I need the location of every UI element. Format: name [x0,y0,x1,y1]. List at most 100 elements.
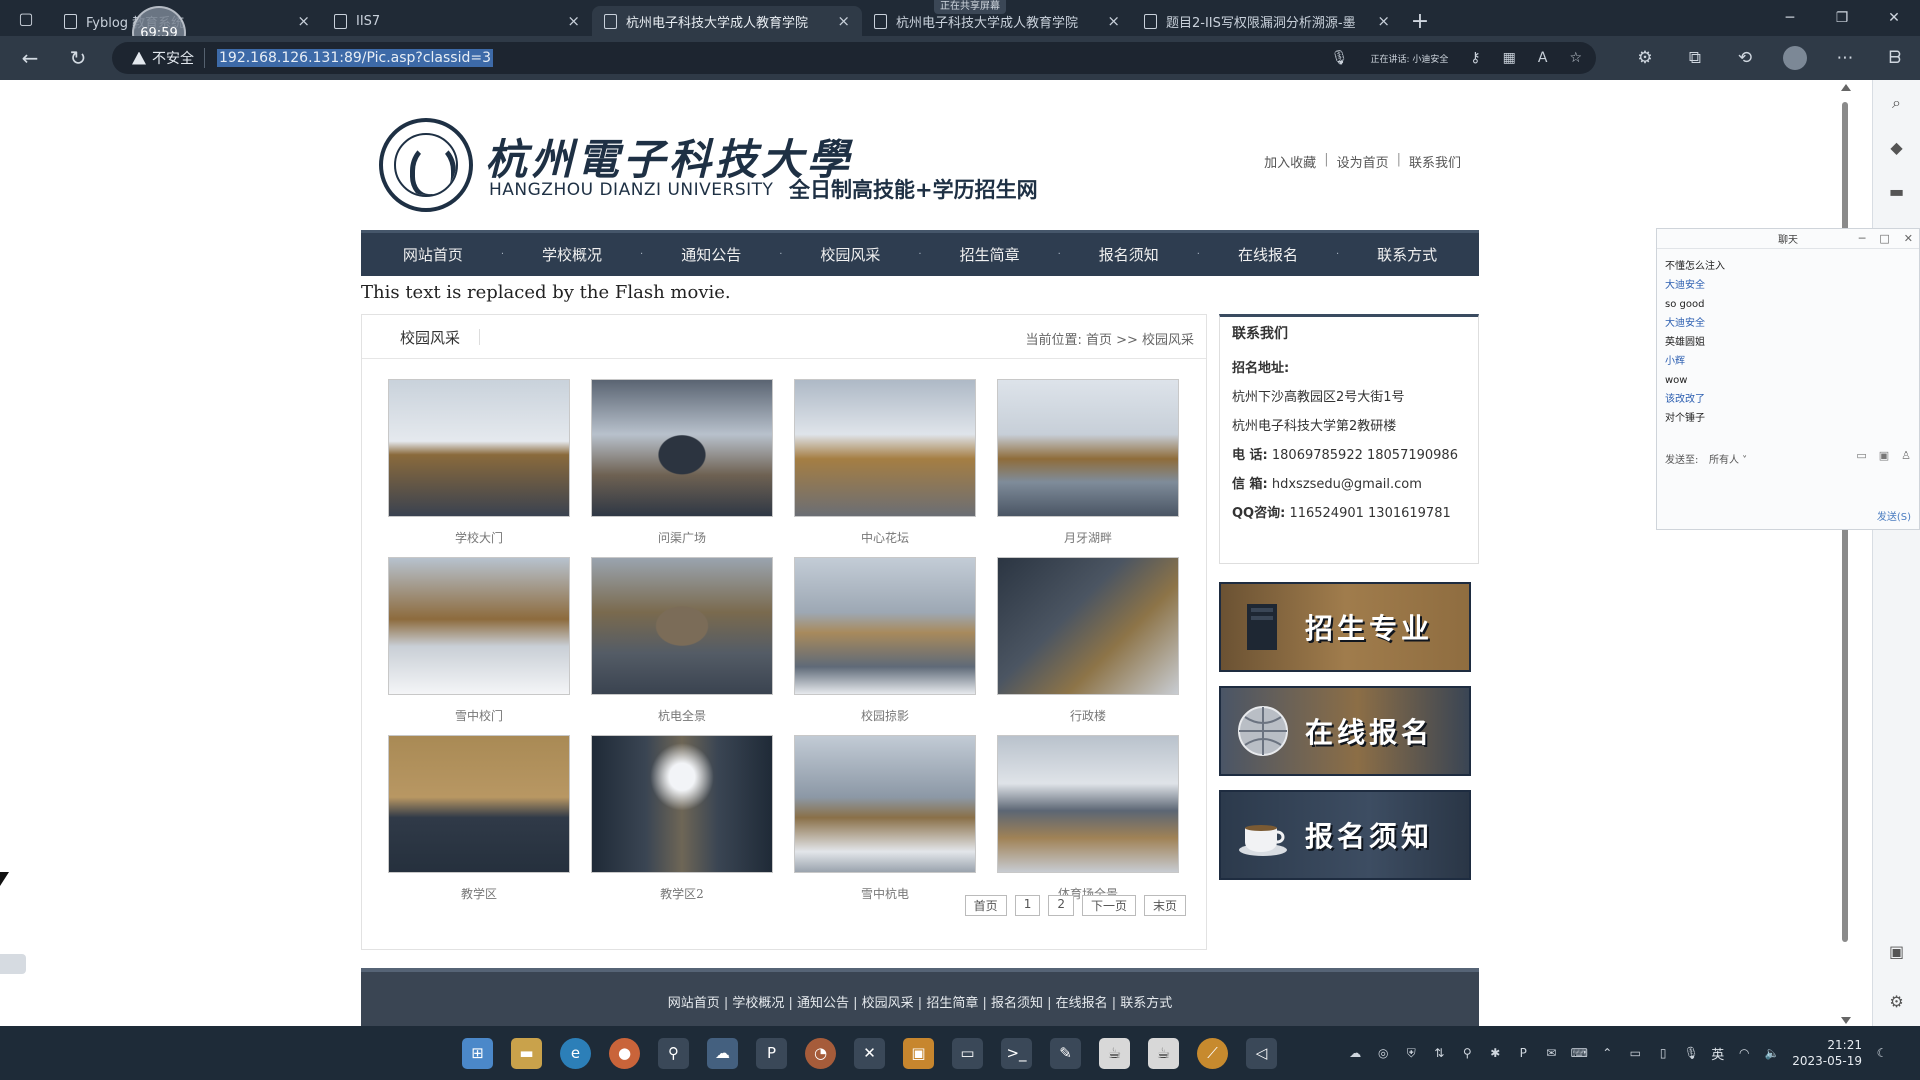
nav-item-notices[interactable]: 通知公告 [643,244,779,265]
key-icon[interactable]: ⚷ [1470,50,1480,66]
nav-item-home[interactable]: 网站首页 [365,244,501,265]
microphone-icon[interactable]: 🎙 [1683,1045,1699,1061]
scroll-down-arrow-icon[interactable] [1841,1017,1851,1024]
input-method-indicator[interactable]: 英 [1711,1044,1724,1063]
window-app-icon[interactable]: ▭ [952,1037,983,1069]
tab-0[interactable]: Fyblog 教育系统 × [52,6,322,36]
promo-apply-button[interactable]: 在线报名 [1219,686,1471,776]
terminal-icon[interactable]: >_ [1001,1037,1032,1069]
pen-app-icon[interactable]: ✎ [1050,1037,1081,1069]
last-page-button[interactable]: 末页 [1143,895,1186,916]
photo-caption[interactable]: 行政楼 [997,707,1179,724]
sidebar-toggle-icon[interactable]: ▣ [1886,940,1908,962]
page-scrollbar[interactable] [1840,84,1852,1024]
campus-photo[interactable] [997,557,1179,695]
gallery-item[interactable]: 杭电全景 [591,557,773,735]
new-tab-button[interactable]: + [1402,6,1438,36]
nav-item-campus[interactable]: 校园风采 [782,244,918,265]
footer-links[interactable]: 网站首页 | 学校概况 | 通知公告 | 校园风采 | 招生简章 | 报名须知 … [668,996,1173,1011]
photo-caption[interactable]: 教学区2 [591,885,773,902]
next-page-button[interactable]: 下一页 [1081,895,1136,916]
campus-photo[interactable] [591,379,773,517]
nav-item-guide[interactable]: 报名须知 [1061,244,1197,265]
shield-tray-icon[interactable]: ⛨ [1403,1045,1419,1061]
network-tray-icon[interactable]: ⇅ [1431,1045,1447,1061]
url-text[interactable]: 192.168.126.131:89/Pic.asp?classid=3 [217,49,494,67]
address-bar[interactable]: 不安全 192.168.126.131:89/Pic.asp?classid=3… [112,42,1596,74]
close-tab-icon[interactable]: × [297,12,310,30]
campus-photo[interactable] [997,735,1179,873]
set-homepage-link[interactable]: 设为首页 [1337,152,1389,171]
keyboard-tray-icon[interactable]: ⌨ [1571,1045,1588,1061]
nav-item-admission[interactable]: 招生简章 [922,244,1058,265]
gallery-item[interactable]: 中心花坛 [794,379,976,557]
close-tab-icon[interactable]: × [1107,12,1120,30]
bug-tray-icon[interactable]: ✱ [1487,1045,1503,1061]
wifi-icon[interactable]: ◠ [1736,1045,1752,1061]
file-explorer-icon[interactable]: ▬ [511,1037,542,1069]
promo-guide-button[interactable]: 报名须知 [1219,790,1471,880]
refresh-icon[interactable]: ↻ [56,36,100,80]
photo-caption[interactable]: 问渠广场 [591,529,773,546]
cloud-app-icon[interactable]: ☁ [707,1037,738,1069]
start-windows-icon[interactable]: ⊞ [462,1037,493,1069]
code-editor-icon[interactable]: ◁ [1246,1037,1277,1069]
orange-app-icon[interactable]: ▣ [903,1037,934,1069]
photo-caption[interactable]: 学校大门 [388,529,570,546]
photo-caption[interactable]: 雪中校门 [388,707,570,724]
gallery-item[interactable]: 雪中杭电 [794,735,976,913]
minimize-icon[interactable]: ─ [1859,232,1866,245]
close-tab-icon[interactable]: × [567,12,580,30]
add-favorite-link[interactable]: 加入收藏 [1264,152,1316,171]
tab-actions-icon[interactable]: ▢ [0,0,52,36]
message-tray-icon[interactable]: ✉ [1543,1045,1559,1061]
p-tray-icon[interactable]: P [1515,1045,1531,1061]
back-arrow-icon[interactable]: ← [8,36,52,80]
battery-icon[interactable]: ▯ [1655,1045,1671,1061]
campus-photo[interactable] [591,557,773,695]
camera-tray-icon[interactable]: ◎ [1375,1045,1391,1061]
powerpoint-icon[interactable]: P [756,1037,787,1069]
file-icon[interactable]: ▭ [1856,449,1866,462]
gallery-item[interactable]: 月牙湖畔 [997,379,1179,557]
restore-icon[interactable]: ❐ [1816,0,1868,36]
close-tab-icon[interactable]: × [837,12,850,30]
contact-us-link[interactable]: 联系我们 [1409,152,1461,171]
edge-browser-icon[interactable]: e [560,1037,591,1069]
chart-app-icon[interactable]: ◔ [805,1037,836,1069]
tag-icon[interactable]: ◆ [1886,136,1908,158]
chrome-icon[interactable]: ● [609,1037,640,1069]
search-icon[interactable]: ⌕ [1886,92,1908,114]
photo-caption[interactable]: 杭电全景 [591,707,773,724]
favorite-star-icon[interactable]: ☆ [1569,50,1582,66]
compass-app-icon[interactable]: ⟋ [1197,1037,1228,1069]
apps-icon[interactable]: ▦ [1503,50,1516,66]
nav-item-contact[interactable]: 联系方式 [1339,244,1475,265]
side-panel-handle[interactable] [0,954,26,974]
nav-item-about[interactable]: 学校概况 [504,244,640,265]
more-menu-icon[interactable]: ⋯ [1820,36,1870,80]
user-icon[interactable]: ♙ [1901,449,1911,462]
campus-photo[interactable] [388,735,570,873]
gallery-item[interactable]: 教学区2 [591,735,773,913]
briefcase-icon[interactable]: ▬ [1886,180,1908,202]
maximize-icon[interactable]: □ [1879,232,1889,245]
gallery-item[interactable]: 校园掠影 [794,557,976,735]
notification-icon[interactable]: ☾ [1874,1045,1890,1061]
photo-caption[interactable]: 教学区 [388,885,570,902]
close-window-icon[interactable]: ✕ [1868,0,1920,36]
page-1-button[interactable]: 1 [1014,895,1041,916]
campus-photo[interactable] [388,379,570,517]
close-tab-icon[interactable]: × [1377,12,1390,30]
tool-app-icon[interactable]: ✕ [854,1037,885,1069]
pin-app-icon[interactable]: ⚲ [658,1037,689,1069]
history-icon[interactable]: ⟲ [1720,36,1770,80]
photo-caption[interactable]: 月牙湖畔 [997,529,1179,546]
system-clock[interactable]: 21:21 2023-05-19 [1792,1037,1862,1069]
campus-photo[interactable] [591,735,773,873]
campus-photo[interactable] [794,557,976,695]
first-page-button[interactable]: 首页 [964,895,1007,916]
pin-tray-icon[interactable]: ⚲ [1459,1045,1475,1061]
close-icon[interactable]: ✕ [1904,232,1913,245]
photo-caption[interactable]: 校园掠影 [794,707,976,724]
